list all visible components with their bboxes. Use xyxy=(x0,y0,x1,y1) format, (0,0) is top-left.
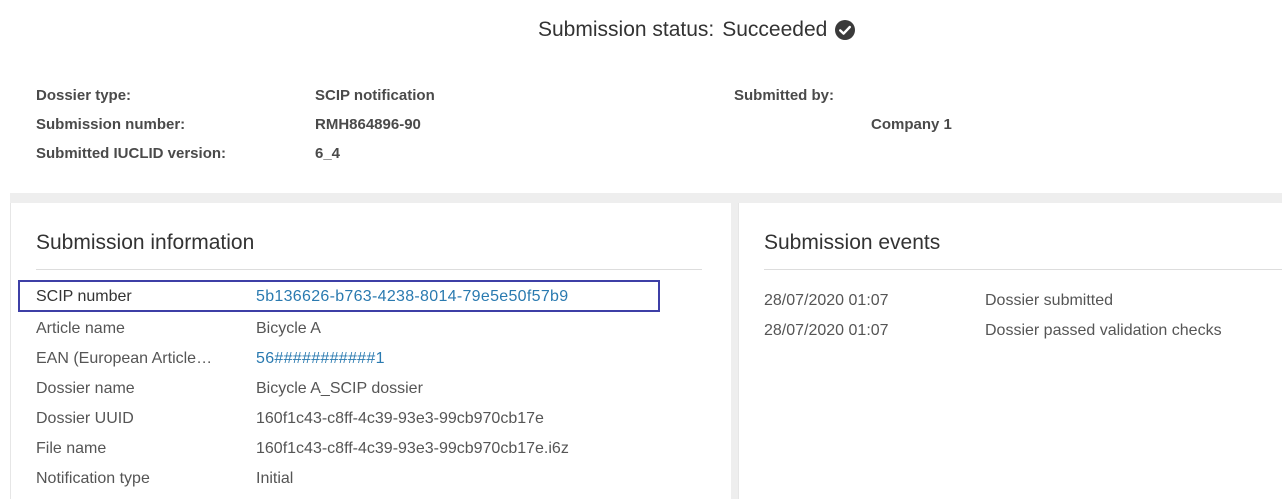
iuclid-version-label: Submitted IUCLID version: xyxy=(36,145,227,162)
status-label: Submission status: xyxy=(538,18,715,41)
event-date: 28/07/2020 01:07 xyxy=(764,322,889,339)
event-text: Dossier submitted xyxy=(985,292,1114,309)
info-row-label: Notification type xyxy=(36,470,150,487)
info-row-label: EAN (European Article… xyxy=(36,350,213,367)
info-row-value: 160f1c43-c8ff-4c39-93e3-99cb970cb17e xyxy=(256,410,544,427)
iuclid-version-value: 6_4 xyxy=(315,145,341,162)
submission-events-title: Submission events xyxy=(764,231,941,254)
check-circle-icon xyxy=(834,19,856,41)
submission-events-rule xyxy=(764,269,1282,270)
dossier-type-value: SCIP notification xyxy=(315,87,435,104)
dossier-type-label: Dossier type: xyxy=(36,87,132,104)
section-divider xyxy=(10,193,1282,203)
submission-number-label: Submission number: xyxy=(36,116,186,133)
event-text: Dossier passed validation checks xyxy=(985,322,1222,339)
event-date: 28/07/2020 01:07 xyxy=(764,292,889,309)
submission-information-rule xyxy=(36,269,702,270)
info-row-label: Dossier name xyxy=(36,380,135,397)
status-value: Succeeded xyxy=(722,18,828,41)
panel-gap xyxy=(731,203,738,499)
info-row-value: Bicycle A_SCIP dossier xyxy=(256,380,423,397)
submitted-by-label: Submitted by: xyxy=(734,87,834,104)
scip-number-link[interactable]: 5b136626-b763-4238-8014-79e5e50f57b9 xyxy=(256,288,568,306)
info-row-label: Article name xyxy=(36,320,125,337)
ean-link[interactable]: 56###########1 xyxy=(256,350,385,368)
info-row-value: Initial xyxy=(256,470,294,487)
submitted-by-value: Company 1 xyxy=(871,116,952,133)
submission-information-title: Submission information xyxy=(36,231,255,254)
info-row-label: Dossier UUID xyxy=(36,410,134,427)
info-row-label: File name xyxy=(36,440,107,457)
info-row-value: 160f1c43-c8ff-4c39-93e3-99cb970cb17e.i6z xyxy=(256,440,569,457)
submission-number-value: RMH864896-90 xyxy=(315,116,421,133)
submission-status: Submission status: Succeeded xyxy=(538,18,856,42)
info-row-label: SCIP number xyxy=(36,288,132,305)
info-row-value: Bicycle A xyxy=(256,320,321,337)
